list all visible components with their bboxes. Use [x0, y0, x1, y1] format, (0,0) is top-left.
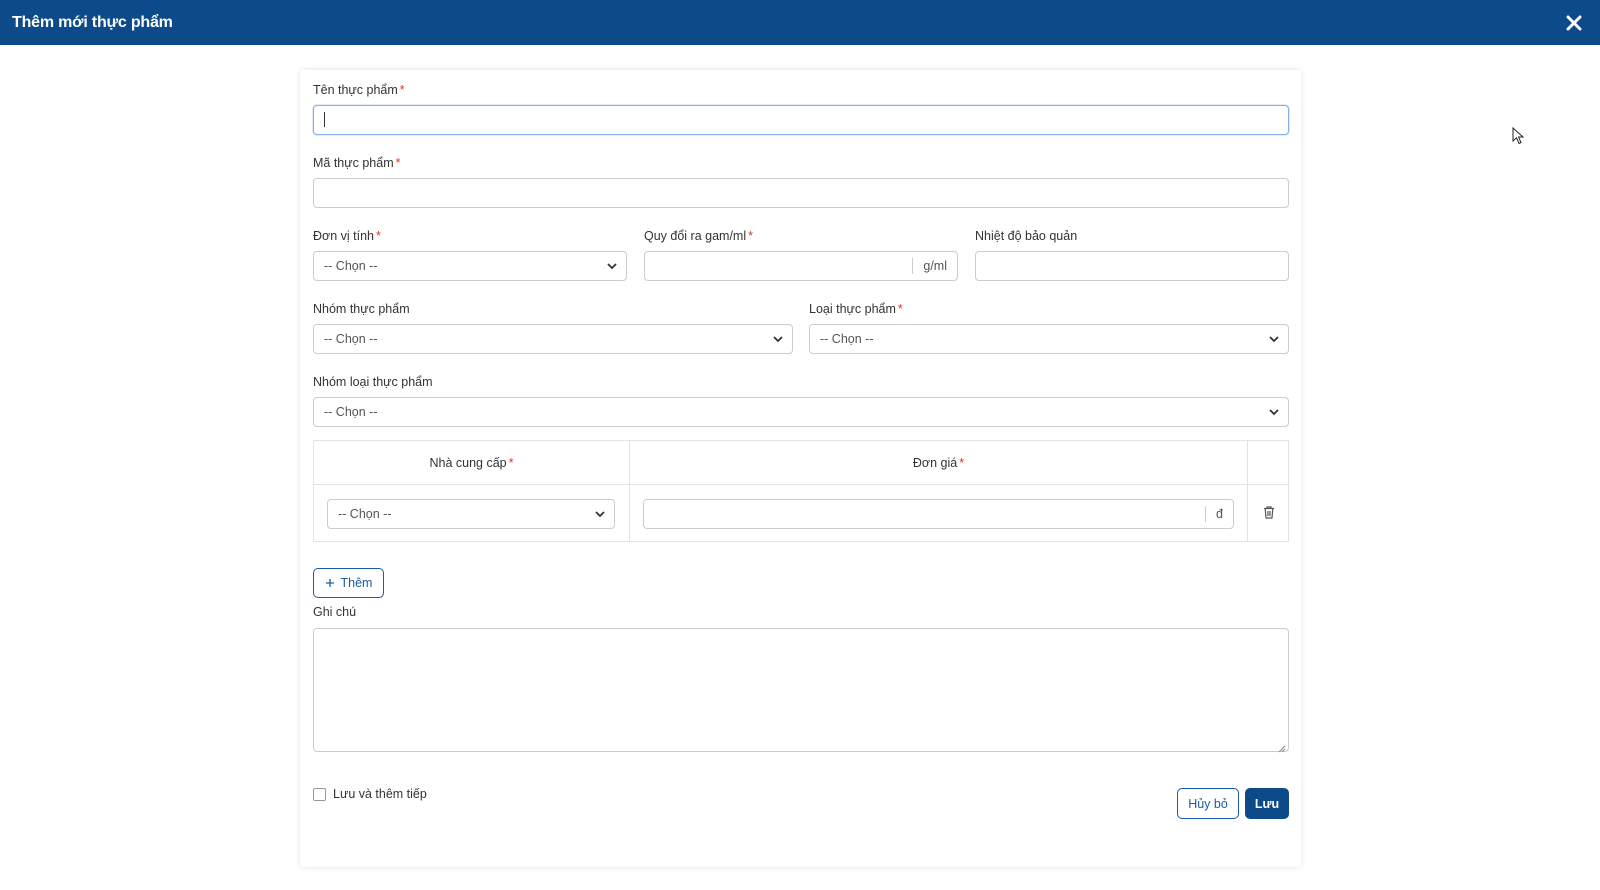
ghi-chu-label-text: Ghi chú — [313, 605, 357, 619]
save-button[interactable]: Lưu — [1245, 788, 1289, 819]
add-supplier-button[interactable]: Thêm — [313, 568, 384, 598]
ma-thuc-pham-label-text: Mã thực phẩm — [313, 156, 394, 170]
ten-thuc-pham-label-text: Tên thực phẩm — [313, 83, 398, 97]
required-mark: * — [395, 156, 401, 170]
chevron-down-icon — [606, 260, 618, 272]
nhiet-do-input[interactable] — [975, 251, 1289, 281]
close-icon[interactable] — [1560, 9, 1588, 37]
chevron-down-icon — [1268, 406, 1280, 418]
ten-thuc-pham-input[interactable] — [313, 105, 1289, 135]
required-mark: * — [959, 456, 965, 470]
quy-doi-label: Quy đổi ra gam/ml * — [644, 229, 753, 243]
price-unit: đ — [1216, 507, 1223, 521]
header-supplier: Nhà cung cấp * — [314, 441, 629, 485]
header-supplier-text: Nhà cung cấp — [429, 456, 507, 470]
ma-thuc-pham-input[interactable] — [313, 178, 1289, 208]
save-and-continue-label: Lưu và thêm tiếp — [333, 787, 427, 801]
required-mark: * — [508, 456, 514, 470]
nhiet-do-label-text: Nhiệt độ bảo quản — [975, 229, 1078, 243]
cancel-button[interactable]: Hủy bỏ — [1177, 788, 1239, 819]
form-card: Tên thực phẩm * Mã thực phẩm * Đơn vị tính… — [300, 70, 1301, 867]
text-caret — [324, 112, 325, 127]
quy-doi-field: g/ml — [644, 251, 958, 281]
nhom-thuc-pham-label: Nhóm thực phẩm — [313, 302, 410, 316]
chevron-down-icon — [1268, 333, 1280, 345]
required-mark: * — [748, 229, 753, 243]
required-mark: * — [897, 302, 903, 316]
header-price: Đơn giá * — [630, 441, 1247, 485]
loai-thuc-pham-label-text: Loại thực phẩm — [809, 302, 896, 316]
add-button-label: Thêm — [340, 576, 373, 590]
save-and-continue-checkbox[interactable] — [313, 787, 326, 801]
nhom-loai-thuc-pham-label-text: Nhóm loại thực phẩm — [313, 375, 433, 389]
don-vi-tinh-label: Đơn vị tính * — [313, 229, 381, 243]
quy-doi-input[interactable] — [645, 252, 912, 280]
trash-icon[interactable] — [1261, 504, 1277, 520]
plus-icon — [325, 579, 334, 587]
required-mark: * — [399, 83, 405, 97]
resize-handle-icon[interactable] — [1278, 741, 1286, 753]
nhiet-do-label: Nhiệt độ bảo quản — [975, 229, 1077, 243]
chevron-down-icon — [594, 508, 606, 520]
nhom-thuc-pham-selected: -- Chọn -- — [324, 332, 378, 346]
header-price-text: Đơn giá — [912, 456, 958, 470]
dialog-header: Thêm mới thực phẩm — [0, 0, 1600, 45]
required-mark: * — [376, 229, 381, 243]
quy-doi-label-text: Quy đổi ra gam/ml — [644, 229, 747, 243]
chevron-down-icon — [772, 333, 784, 345]
loai-thuc-pham-select[interactable]: -- Chọn -- — [809, 324, 1289, 354]
quy-doi-unit: g/ml — [923, 259, 947, 273]
don-vi-tinh-selected: -- Chọn -- — [324, 259, 378, 273]
nhom-thuc-pham-select[interactable]: -- Chọn -- — [313, 324, 793, 354]
dialog-title: Thêm mới thực phẩm — [12, 13, 173, 31]
price-input[interactable] — [644, 500, 1205, 528]
supplier-table: Nhà cung cấp * Đơn giá * -- Chọn -- đ — [313, 440, 1289, 542]
supplier-select[interactable]: -- Chọn -- — [327, 499, 615, 529]
price-field: đ — [643, 499, 1234, 529]
nhom-loai-thuc-pham-select[interactable]: -- Chọn -- — [313, 397, 1289, 427]
loai-thuc-pham-selected: -- Chọn -- — [820, 332, 874, 346]
save-and-continue-option[interactable]: Lưu và thêm tiếp — [313, 787, 427, 801]
don-vi-tinh-label-text: Đơn vị tính — [313, 229, 374, 243]
ma-thuc-pham-label: Mã thực phẩm * — [313, 156, 401, 170]
don-vi-tinh-select[interactable]: -- Chọn -- — [313, 251, 627, 281]
ghi-chu-textarea[interactable] — [313, 628, 1289, 753]
nhom-loai-thuc-pham-selected: -- Chọn -- — [324, 405, 378, 419]
supplier-selected: -- Chọn -- — [338, 507, 392, 521]
ghi-chu-label: Ghi chú — [313, 605, 356, 619]
loai-thuc-pham-label: Loại thực phẩm * — [809, 302, 903, 316]
ten-thuc-pham-label: Tên thực phẩm * — [313, 83, 405, 97]
mouse-cursor-icon — [1512, 126, 1525, 148]
column-divider — [1247, 441, 1248, 541]
nhom-thuc-pham-label-text: Nhóm thực phẩm — [313, 302, 410, 316]
nhom-loai-thuc-pham-label: Nhóm loại thực phẩm — [313, 375, 433, 389]
